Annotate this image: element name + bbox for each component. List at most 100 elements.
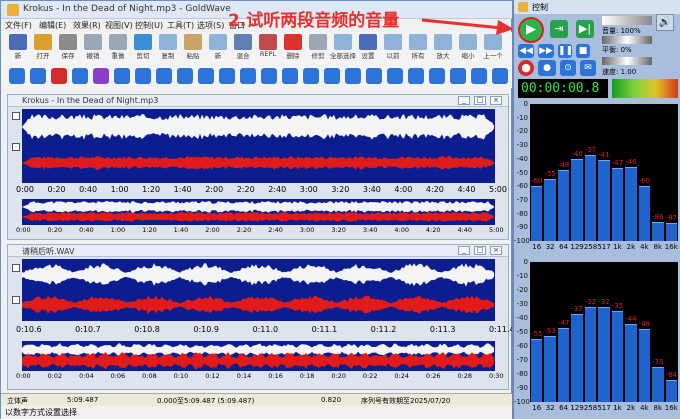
mdi-window-2: 请稍后听.WAV _ □ × 0:10.6 0:10.7 0:10.8 0:10.9 0… [7, 244, 515, 390]
spectrum-bar [611, 311, 624, 402]
menu-control[interactable]: 控制(U) [135, 20, 163, 31]
speed-slider[interactable] [602, 57, 652, 65]
effect-tool-icon[interactable] [492, 68, 508, 84]
channel-left-checkbox[interactable] [12, 112, 20, 120]
toolbar-button-mix[interactable]: 混合 [230, 34, 256, 62]
menu-effect[interactable]: 效果(R) [73, 20, 101, 31]
toolbar-button-delete[interactable]: 删除 [280, 34, 306, 62]
menu-file[interactable]: 文件(F) [5, 20, 32, 31]
menu-edit[interactable]: 编辑(E) [39, 20, 66, 31]
toolbar-button-undo[interactable]: 撤销 [80, 34, 106, 62]
effect-tool-icon[interactable] [156, 68, 172, 84]
forward-button[interactable]: ▶▶ [538, 44, 554, 58]
effect-tool-icon[interactable] [450, 68, 466, 84]
y-tick-label: -100 [514, 398, 530, 406]
spectrum-bar [625, 167, 637, 241]
ruler-tick: 3:40 [362, 185, 381, 194]
effect-tool-icon[interactable] [429, 68, 445, 84]
toolbar-button-paste[interactable]: 粘贴 [180, 34, 206, 62]
effect-tool-icon[interactable] [366, 68, 382, 84]
maximize-button[interactable]: □ [474, 246, 486, 255]
pause-button[interactable]: ❚❚ [558, 44, 573, 58]
effect-tool-icon[interactable] [30, 68, 46, 84]
ruler-tick: 0:11.1 [311, 325, 338, 334]
effect-tool-icon[interactable] [177, 68, 193, 84]
ruler-tick: 2:20 [236, 185, 255, 194]
ruler-tick: 0:20 [47, 185, 66, 194]
play-button[interactable]: ▶ [518, 17, 544, 43]
toolbar-button-zoom-out[interactable]: 缩小 [455, 34, 481, 62]
maximize-button[interactable]: □ [474, 96, 486, 105]
effect-tool-icon[interactable] [240, 68, 256, 84]
toolbar-button-previous[interactable]: 以前 [380, 34, 406, 62]
toolbar-button-save[interactable]: 保存 [55, 34, 81, 62]
y-tick-label: -50 [516, 328, 528, 336]
balance-slider[interactable] [602, 36, 652, 44]
effect-tool-icon[interactable] [303, 68, 319, 84]
close-button[interactable]: × [490, 246, 502, 255]
effect-tool-icon[interactable] [282, 68, 298, 84]
volume-slider[interactable] [602, 16, 652, 25]
effect-tool-icon[interactable] [93, 68, 109, 84]
rewind-button[interactable]: ◀◀ [518, 44, 534, 58]
menu-tools[interactable]: 工具(T) [167, 20, 194, 31]
menu-view[interactable]: 视图(V) [105, 20, 133, 31]
overview-track-2[interactable] [22, 341, 495, 371]
channel-right-checkbox[interactable] [12, 143, 20, 151]
toolbar-button-new[interactable]: 新 [5, 34, 31, 62]
toolbar-button-prev[interactable]: 上一个 [480, 34, 506, 62]
toolbar-button-paste-new[interactable]: 新 [205, 34, 231, 62]
toolbar-button-replace[interactable]: REPL [255, 34, 281, 62]
play-to-end-button[interactable]: ▶| [576, 20, 594, 38]
toolbar-button-copy[interactable]: 复制 [155, 34, 181, 62]
spectrum-bar [544, 336, 556, 402]
effect-tool-icon[interactable] [261, 68, 277, 84]
y-tick-label: -70 [516, 356, 528, 364]
record-options-button[interactable]: ⊙ [560, 60, 576, 76]
toolbar-button-set[interactable]: 设置 [355, 34, 381, 62]
properties-button[interactable]: ✉ [580, 60, 596, 76]
effect-tool-icon[interactable] [114, 68, 130, 84]
toolbar-button-all[interactable]: 所有 [405, 34, 431, 62]
channel-right-checkbox[interactable] [12, 296, 20, 304]
effect-tool-icon[interactable] [471, 68, 487, 84]
effect-tool-icon[interactable] [408, 68, 424, 84]
stop-button[interactable]: ■ [576, 44, 590, 58]
toolbar-button-redo[interactable]: 重做 [105, 34, 131, 62]
effect-tool-icon[interactable] [345, 68, 361, 84]
toolbar-button-open[interactable]: 打开 [30, 34, 56, 62]
mdi-window-2-titlebar: 请稍后听.WAV _ □ × [8, 245, 508, 257]
toolbar-label: 缩小 [461, 52, 475, 60]
mute-icon[interactable]: 🔊 [656, 14, 674, 31]
effect-tool-icon[interactable] [198, 68, 214, 84]
overview-track-1[interactable] [22, 199, 495, 225]
toolbar-label: 粘贴 [186, 52, 200, 60]
waveform-track-2[interactable] [22, 259, 495, 321]
record-selection-button[interactable]: ● [538, 60, 556, 76]
effect-tool-icon[interactable] [51, 68, 67, 84]
close-button[interactable]: × [490, 96, 502, 105]
toolbar-button-zoom-in[interactable]: 放大 [430, 34, 456, 62]
play-selection-button[interactable]: ⇥ [550, 20, 568, 38]
ruler-tick: 0:11.3 [429, 325, 456, 334]
ruler-tick: 1:20 [142, 226, 157, 234]
effect-tool-icon[interactable] [72, 68, 88, 84]
minimize-button[interactable]: _ [458, 246, 470, 255]
effect-tool-icon[interactable] [135, 68, 151, 84]
cut-icon [134, 34, 152, 50]
record-button[interactable]: ● [518, 60, 534, 76]
effect-tool-icon[interactable] [9, 68, 25, 84]
bar-value-label: -84 [665, 370, 677, 379]
effect-tool-icon[interactable] [387, 68, 403, 84]
effect-tool-icon[interactable] [324, 68, 340, 84]
toolbar-button-trim[interactable]: 修剪 [305, 34, 331, 62]
effect-tool-icon[interactable] [219, 68, 235, 84]
menu-options[interactable]: 选项(S) [197, 20, 224, 31]
minimize-button[interactable]: _ [458, 96, 470, 105]
waveform-track-1[interactable] [22, 109, 495, 183]
toolbar-button-cut[interactable]: 剪切 [130, 34, 156, 62]
toolbar-button-select-all[interactable]: 全部选择 [330, 34, 356, 62]
bar-value-label: -41 [598, 151, 610, 160]
mdi-window-1-titlebar: Krokus - In the Dead of Night.mp3 _ □ × [8, 95, 508, 107]
channel-left-checkbox[interactable] [12, 264, 20, 272]
